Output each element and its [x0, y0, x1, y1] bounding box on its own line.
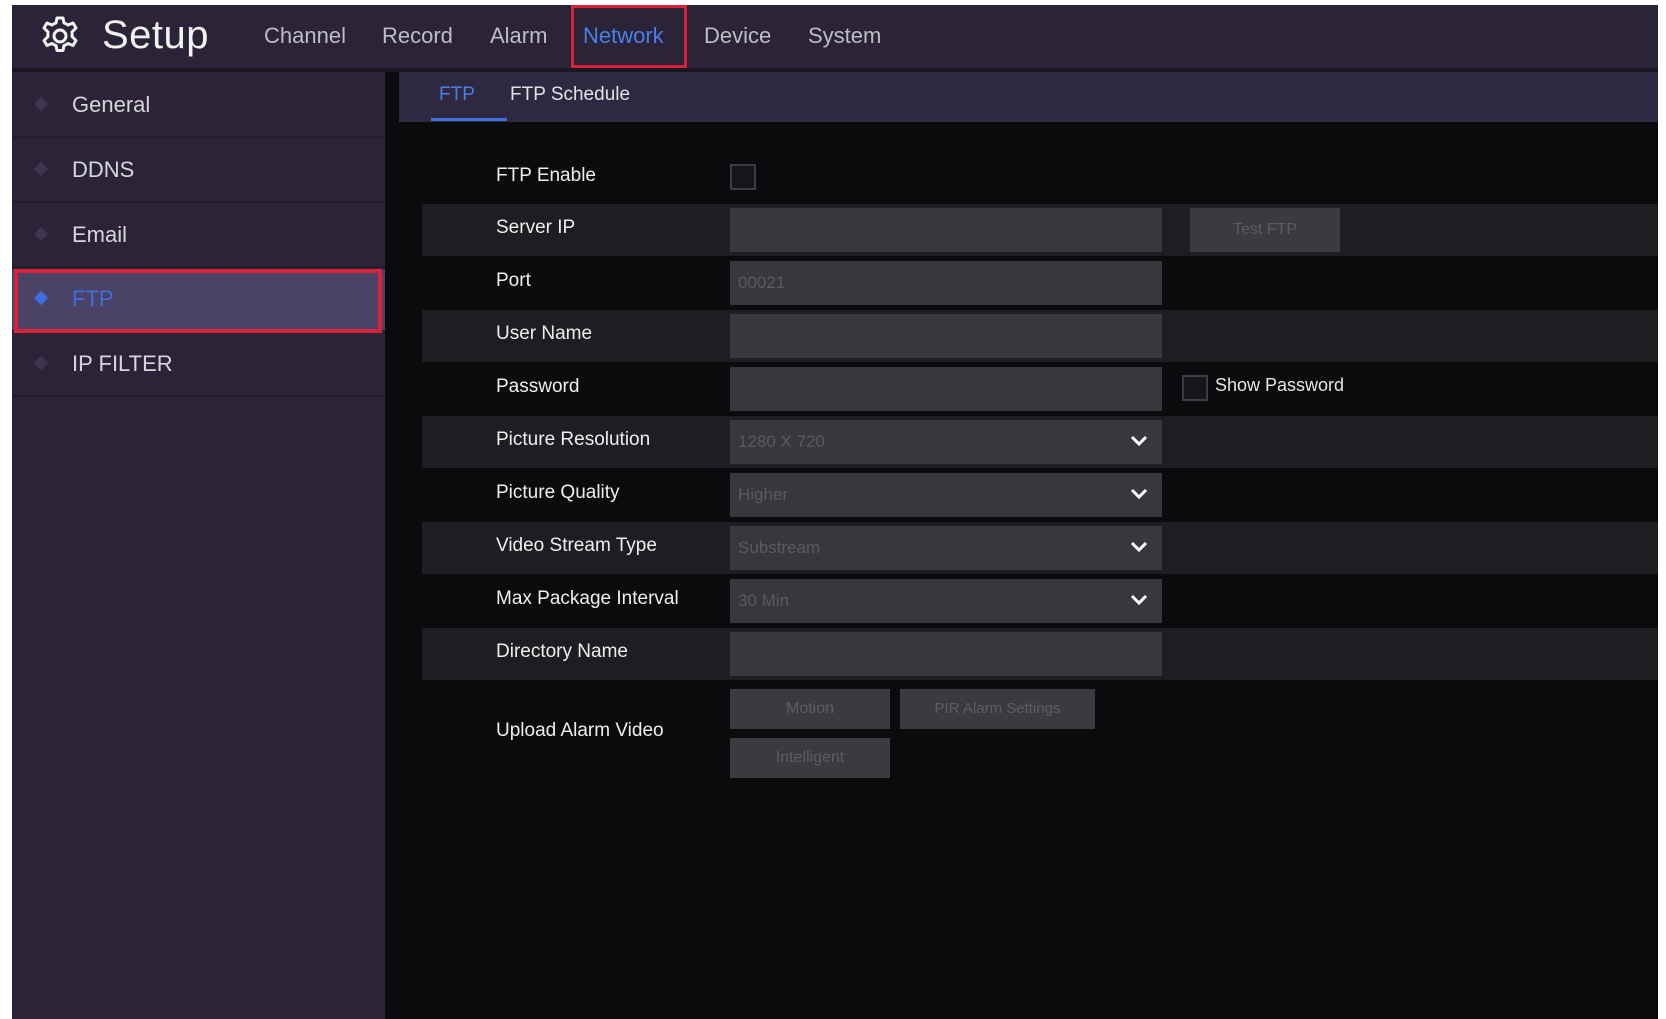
row-picture-resolution: Picture Resolution 1280 X 720	[422, 416, 1658, 468]
test-ftp-button[interactable]: Test FTP	[1190, 208, 1340, 252]
page-title: Setup	[102, 13, 210, 57]
intelligent-button[interactable]: Intelligent	[730, 738, 890, 778]
video-stream-type-value: Substream	[738, 538, 821, 557]
row-user-name: User Name	[422, 310, 1658, 362]
max-package-interval-select[interactable]: 30 Min	[730, 579, 1162, 623]
app-window: Setup Channel Record Alarm Network Devic…	[12, 5, 1658, 1019]
diamond-icon	[33, 96, 49, 112]
directory-name-label: Directory Name	[496, 641, 628, 662]
user-name-label: User Name	[496, 323, 593, 344]
server-ip-field[interactable]	[730, 208, 1162, 252]
sidebar-item-label: DDNS	[72, 157, 135, 182]
network-tab-highlight-frame	[571, 5, 687, 68]
directory-name-field[interactable]	[730, 632, 1162, 676]
ftp-enable-label: FTP Enable	[496, 165, 596, 186]
show-password-label: Show Password	[1215, 375, 1345, 395]
row-password: Password Show Password	[422, 363, 1658, 415]
diamond-icon	[33, 161, 49, 177]
tab-device[interactable]: Device	[704, 19, 771, 53]
sidebar-item-general[interactable]: General	[12, 76, 385, 138]
row-max-package-interval: Max Package Interval 30 Min	[422, 575, 1658, 627]
picture-resolution-value: 1280 X 720	[738, 432, 825, 451]
port-label: Port	[496, 270, 531, 291]
sidebar-item-email[interactable]: Email	[12, 206, 385, 268]
picture-resolution-select[interactable]: 1280 X 720	[730, 420, 1162, 464]
video-stream-type-select[interactable]: Substream	[730, 526, 1162, 570]
top-bar: Setup Channel Record Alarm Network Devic…	[12, 5, 1658, 72]
chevron-down-icon	[1130, 541, 1148, 553]
sidebar-item-label: General	[72, 92, 151, 117]
picture-quality-label: Picture Quality	[496, 482, 620, 503]
sidebar: General DDNS Email FTP IP FILTER	[12, 72, 385, 1019]
diamond-icon	[33, 226, 49, 242]
diamond-icon	[33, 355, 49, 371]
row-directory-name: Directory Name	[422, 628, 1658, 680]
max-package-interval-value: 30 Min	[738, 591, 790, 610]
chevron-down-icon	[1130, 435, 1148, 447]
row-port: Port 00021	[422, 257, 1658, 309]
tab-record[interactable]: Record	[382, 19, 453, 53]
ftp-item-highlight-frame	[14, 269, 382, 333]
gear-icon	[42, 16, 78, 52]
server-ip-label: Server IP	[496, 217, 576, 238]
tab-channel[interactable]: Channel	[264, 19, 346, 53]
chevron-down-icon	[1130, 594, 1148, 606]
picture-resolution-label: Picture Resolution	[496, 429, 651, 450]
upload-alarm-video-label: Upload Alarm Video	[496, 720, 664, 741]
sidebar-item-ip-filter[interactable]: IP FILTER	[12, 335, 385, 397]
pir-alarm-settings-button[interactable]: PIR Alarm Settings	[900, 689, 1095, 729]
chevron-down-icon	[1130, 488, 1148, 500]
row-ftp-enable: FTP Enable	[422, 152, 1658, 204]
tab-alarm[interactable]: Alarm	[490, 19, 547, 53]
max-package-interval-label: Max Package Interval	[496, 588, 679, 609]
motion-button[interactable]: Motion	[730, 689, 890, 729]
show-password-checkbox[interactable]	[1182, 375, 1208, 401]
ftp-enable-checkbox[interactable]	[730, 164, 756, 190]
sidebar-item-label: Email	[72, 222, 128, 247]
subtab-ftp-schedule[interactable]: FTP Schedule	[510, 84, 630, 110]
sidebar-item-ddns[interactable]: DDNS	[12, 141, 385, 203]
row-server-ip: Server IP Test FTP	[422, 204, 1658, 256]
password-field[interactable]	[730, 367, 1162, 411]
subtab-ftp[interactable]: FTP	[439, 84, 475, 110]
active-subtab-indicator	[431, 118, 507, 121]
picture-quality-select[interactable]: Higher	[730, 473, 1162, 517]
row-video-stream-type: Video Stream Type Substream	[422, 522, 1658, 574]
sidebar-item-label: IP FILTER	[72, 351, 173, 376]
port-field[interactable]: 00021	[730, 261, 1162, 305]
password-label: Password	[496, 376, 580, 397]
sub-tab-bar: FTP FTP Schedule	[399, 72, 1658, 122]
video-stream-type-label: Video Stream Type	[496, 535, 657, 556]
picture-quality-value: Higher	[738, 485, 789, 504]
tab-system[interactable]: System	[808, 19, 881, 53]
row-picture-quality: Picture Quality Higher	[422, 469, 1658, 521]
user-name-field[interactable]	[730, 314, 1162, 358]
port-value: 00021	[738, 273, 786, 292]
